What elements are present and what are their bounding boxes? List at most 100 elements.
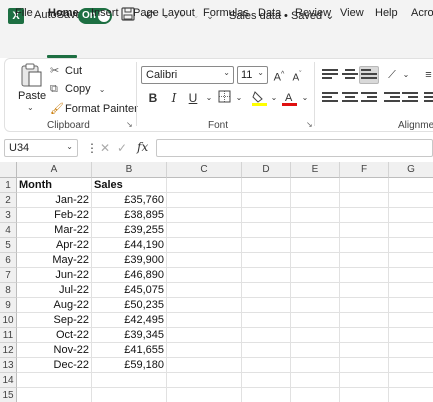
header-cell-sales[interactable]: Sales [94,178,164,193]
copy-button[interactable]: ⧉ Copy ⌄ [50,83,105,96]
tab-view[interactable]: View [340,7,364,19]
sales-cell[interactable]: £39,345 [94,328,164,343]
month-cell[interactable]: Sep-22 [19,313,89,328]
tab-help[interactable]: Help [375,7,398,19]
tab-data[interactable]: Data [258,7,281,19]
font-name-select[interactable]: Calibri ⌄ [141,66,234,84]
font-color-dropdown-icon[interactable]: ⌄ [297,90,313,106]
sales-cell[interactable]: £41,655 [94,343,164,358]
sales-cell[interactable]: £39,255 [94,223,164,238]
increase-indent-icon[interactable] [402,92,418,106]
tab-home[interactable]: Home [48,7,79,19]
cut-label: Cut [65,65,83,77]
copy-dropdown-icon[interactable]: ⌄ [99,85,106,94]
font-color-icon[interactable]: A [281,90,297,106]
wrap-text-icon[interactable]: ≡ [424,67,433,83]
sales-cell[interactable]: £38,895 [94,208,164,223]
month-cell[interactable]: Aug-22 [19,298,89,313]
sales-cell[interactable]: £45,075 [94,283,164,298]
month-cell[interactable]: Mar-22 [19,223,89,238]
row-header[interactable]: 13 [0,358,17,373]
sales-cell[interactable]: £35,760 [94,193,164,208]
paste-dropdown-icon[interactable]: ⌄ [27,103,34,112]
underline-dropdown-icon[interactable]: ⌄ [201,90,217,106]
name-box[interactable]: U34 ⌄ [4,139,78,157]
month-cell[interactable]: Jun-22 [19,268,89,283]
tab-formulas[interactable]: Formulas [203,7,249,19]
formula-input[interactable] [156,139,433,157]
month-cell[interactable]: Jul-22 [19,283,89,298]
row-header[interactable]: 10 [0,313,17,328]
tab-page-layout[interactable]: Page Layout [133,7,195,19]
month-cell[interactable]: May-22 [19,253,89,268]
row-header[interactable]: 12 [0,343,17,358]
bottom-align-icon[interactable] [361,69,377,83]
row-header[interactable]: 14 [0,373,17,388]
column-header-d[interactable]: D [242,162,291,178]
merge-center-icon[interactable] [424,92,433,106]
paste-button[interactable]: Paste [18,90,46,102]
middle-align-icon[interactable] [342,69,358,83]
top-align-icon[interactable] [322,69,338,83]
cancel-icon[interactable]: ✕ [100,141,110,155]
sales-cell[interactable]: £50,235 [94,298,164,313]
row-header[interactable]: 15 [0,388,17,402]
more-options-icon[interactable]: ⋮ [86,141,98,155]
italic-button[interactable]: I [166,90,182,106]
tab-insert[interactable]: Insert [91,7,119,19]
row-header[interactable]: 5 [0,238,17,253]
column-header-g[interactable]: G [389,162,433,178]
enter-icon[interactable]: ✓ [117,141,127,155]
decrease-indent-icon[interactable] [384,92,400,106]
tab-file[interactable]: File [15,7,33,19]
row-header[interactable]: 9 [0,298,17,313]
orientation-dropdown-icon[interactable]: ⌄ [398,67,414,83]
clipboard-launcher-icon[interactable]: ↘ [126,120,133,129]
row-header[interactable]: 4 [0,223,17,238]
sales-cell[interactable]: £39,900 [94,253,164,268]
month-cell[interactable]: Oct-22 [19,328,89,343]
shrink-font-button[interactable]: Aˇ [289,67,305,83]
fill-color-dropdown-icon[interactable]: ⌄ [266,90,282,106]
column-header-f[interactable]: F [340,162,389,178]
cut-button[interactable]: ✂ Cut [50,64,82,77]
font-launcher-icon[interactable]: ↘ [306,120,313,129]
month-cell[interactable]: Nov-22 [19,343,89,358]
borders-icon[interactable] [216,90,232,106]
row-header[interactable]: 8 [0,283,17,298]
row-header[interactable]: 7 [0,268,17,283]
header-cell-month[interactable]: Month [19,178,89,193]
month-cell[interactable]: Dec-22 [19,358,89,373]
align-center-icon[interactable] [342,92,358,106]
select-all-button[interactable] [0,162,17,178]
sales-cell[interactable]: £46,890 [94,268,164,283]
fill-color-icon[interactable] [251,90,267,106]
row-header[interactable]: 2 [0,193,17,208]
font-size-select[interactable]: 11 ⌄ [237,66,268,84]
column-header-c[interactable]: C [167,162,242,178]
insert-function-button[interactable]: fx [137,140,148,154]
month-cell[interactable]: Apr-22 [19,238,89,253]
tab-review[interactable]: Review [295,7,331,19]
month-cell[interactable]: Jan-22 [19,193,89,208]
tab-acrobat[interactable]: Acro [411,7,433,19]
column-header-b[interactable]: B [92,162,167,178]
row-header[interactable]: 3 [0,208,17,223]
row-header[interactable]: 1 [0,178,17,193]
borders-dropdown-icon[interactable]: ⌄ [231,90,247,106]
align-right-icon[interactable] [361,92,377,106]
sales-cell[interactable]: £42,495 [94,313,164,328]
grow-font-button[interactable]: A^ [271,67,287,84]
month-cell[interactable]: Feb-22 [19,208,89,223]
sales-cell[interactable]: £59,180 [94,358,164,373]
column-header-e[interactable]: E [291,162,340,178]
column-header-a[interactable]: A [17,162,92,178]
align-left-icon[interactable] [322,92,338,106]
bold-button[interactable]: B [145,90,161,106]
row-header[interactable]: 6 [0,253,17,268]
format-painter-button[interactable]: 🖌Format Painter [50,102,138,115]
underline-button[interactable]: U [185,90,201,106]
paste-icon[interactable] [18,62,44,88]
sales-cell[interactable]: £44,190 [94,238,164,253]
row-header[interactable]: 11 [0,328,17,343]
